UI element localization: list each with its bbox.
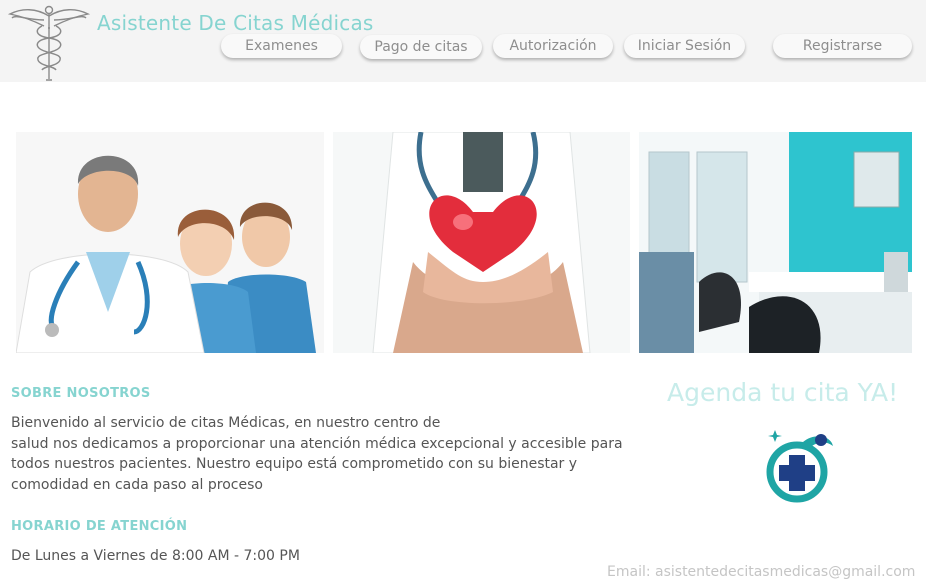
about-line: Bienvenido al servicio de citas Médicas,…	[11, 415, 441, 431]
medical-cross-icon[interactable]	[763, 428, 839, 510]
footer-email: Email: asistentedecitasmedicas@gmail.com	[607, 564, 916, 580]
nav-iniciar-sesion-button[interactable]: Iniciar Sesión	[624, 34, 745, 58]
header-bar: Asistente De Citas Médicas Examenes Pago…	[0, 0, 926, 82]
nav-examenes-button[interactable]: Examenes	[221, 34, 342, 58]
nav-pago-citas-button[interactable]: Pago de citas	[360, 35, 482, 59]
heart-in-hands-photo	[333, 132, 630, 353]
site-title: Asistente De Citas Médicas	[97, 11, 374, 35]
cta-heading[interactable]: Agenda tu cita YA!	[667, 378, 898, 407]
about-line: comodidad en cada paso al proceso	[11, 476, 263, 493]
nav-registrarse-button[interactable]: Registrarse	[773, 34, 912, 58]
about-line: todos nuestros pacientes. Nuestro equipo…	[11, 456, 578, 472]
hours-title: HORARIO DE ATENCIÓN	[11, 519, 188, 534]
nav-autorizacion-button[interactable]: Autorización	[493, 34, 613, 58]
clinic-room-photo	[639, 132, 912, 353]
caduceus-icon	[7, 5, 91, 81]
doctors-team-photo	[16, 132, 324, 353]
about-line: salud nos dedicamos a proporcionar una a…	[11, 435, 623, 452]
about-text: Bienvenido al servicio de citas Médicas,…	[11, 413, 623, 495]
hours-text: De Lunes a Viernes de 8:00 AM - 7:00 PM	[11, 548, 300, 564]
about-title: SOBRE NOSOTROS	[11, 386, 151, 401]
